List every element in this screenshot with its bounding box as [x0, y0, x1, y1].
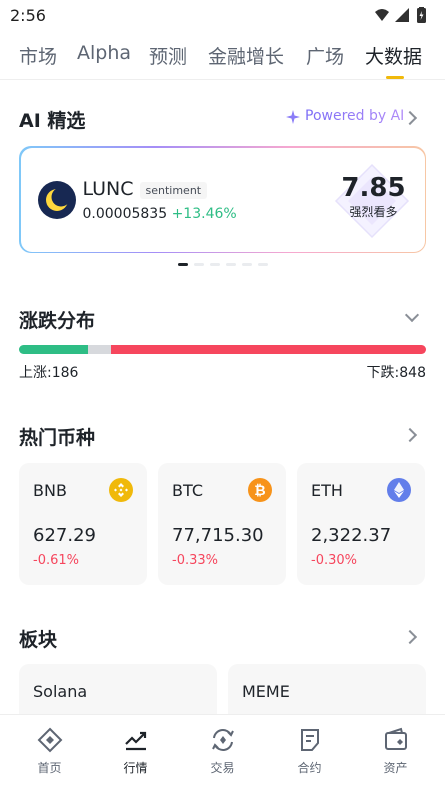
ai-pick-card[interactable]: LUNC sentiment 0.00005835 +13.46% 7.85 强… — [19, 146, 426, 253]
markets-icon — [125, 731, 147, 751]
bnb-icon — [109, 478, 133, 502]
sparkle-icon — [286, 110, 300, 124]
nav-label: 资产 — [383, 761, 408, 775]
powered-by-ai-link[interactable]: Powered by AI — [305, 108, 404, 124]
status-time: 2:56 — [10, 6, 46, 25]
coin-price: 2,322.37 — [311, 525, 392, 546]
up-count-label: 上涨:186 — [19, 362, 78, 382]
coin-change: -0.30% — [311, 553, 357, 568]
tab-square[interactable]: 广场 — [306, 42, 344, 69]
carousel-dot[interactable] — [226, 263, 236, 266]
chevron-down-icon[interactable] — [404, 307, 420, 323]
tab-big-data[interactable]: 大数据 — [365, 42, 422, 69]
top-tabs: 市场 Alpha 预测 金融增长 广场 大数据 — [0, 36, 445, 80]
tab-prediction[interactable]: 预测 — [149, 42, 187, 69]
ai-pick-price: 0.00005835 +13.46% — [83, 206, 237, 222]
distribution-up-segment — [19, 345, 89, 354]
carousel-dot[interactable] — [194, 263, 204, 266]
nav-label: 行情 — [123, 761, 148, 775]
sectors-title: 板块 — [19, 629, 58, 651]
eth-icon — [387, 478, 411, 502]
nav-label: 合约 — [297, 761, 322, 775]
svg-text:₿: ₿ — [254, 483, 265, 499]
chevron-right-icon[interactable] — [402, 427, 418, 443]
down-count-label: 下跌:848 — [367, 362, 426, 382]
ai-pick-change: +13.46% — [171, 205, 237, 222]
nav-futures[interactable]: 合约 — [265, 715, 354, 791]
sector-name: MEME — [242, 682, 290, 701]
active-tab-indicator — [386, 76, 404, 79]
tab-earn[interactable]: 金融增长 — [208, 42, 284, 69]
up-label: 上涨: — [19, 365, 52, 381]
sentiment-label: 强烈看多 — [349, 204, 398, 219]
wallet-icon — [385, 727, 407, 750]
carousel-dot[interactable] — [242, 263, 252, 266]
nav-home[interactable]: 首页 — [5, 715, 94, 791]
nav-assets[interactable]: 资产 — [351, 715, 440, 791]
futures-icon — [301, 729, 319, 751]
wifi-icon — [375, 9, 389, 21]
bottom-nav: 首页 行情 交易 合约 资产 — [0, 714, 445, 791]
chevron-right-icon[interactable] — [402, 110, 418, 126]
sector-name: Solana — [33, 682, 88, 701]
signal-icon — [395, 8, 409, 22]
nav-markets[interactable]: 行情 — [91, 715, 180, 791]
btc-icon: ₿ — [248, 478, 272, 502]
down-count: 848 — [399, 365, 426, 381]
distribution-title: 涨跌分布 — [19, 310, 96, 332]
tab-markets[interactable]: 市场 — [19, 42, 57, 69]
distribution-bar — [19, 345, 426, 354]
distribution-flat-segment — [88, 345, 111, 354]
coin-change: -0.33% — [172, 553, 218, 568]
ai-pick-symbol: LUNC — [82, 177, 134, 200]
carousel-dot[interactable] — [258, 263, 268, 266]
home-icon — [37, 727, 63, 753]
sentiment-score: 7.85 — [341, 172, 406, 203]
trade-icon — [212, 729, 234, 751]
nav-label: 首页 — [37, 761, 62, 775]
coin-change: -0.61% — [33, 553, 79, 568]
carousel-dots — [178, 263, 270, 267]
coin-card-eth[interactable]: ETH 2,322.37 -0.30% — [297, 463, 425, 585]
status-icons — [375, 7, 426, 23]
sentiment-badge: sentiment — [139, 181, 208, 199]
coin-symbol: BTC — [172, 481, 203, 500]
ai-picks-title: AI 精选 — [19, 110, 86, 132]
up-count: 186 — [51, 365, 79, 381]
coin-card-btc[interactable]: BTC ₿ 77,715.30 -0.33% — [158, 463, 286, 585]
nav-trade[interactable]: 交易 — [178, 715, 267, 791]
chevron-right-icon[interactable] — [402, 629, 418, 645]
lunc-logo-icon — [37, 180, 76, 219]
coin-symbol: BNB — [33, 481, 67, 500]
carousel-dot[interactable] — [210, 263, 220, 266]
ai-pick-price-value: 0.00005835 — [82, 205, 168, 222]
nav-label: 交易 — [210, 761, 235, 775]
carousel-dot[interactable] — [178, 263, 188, 266]
hot-coins-title: 热门币种 — [19, 427, 96, 449]
distribution-down-segment — [110, 345, 426, 354]
coin-symbol: ETH — [311, 481, 343, 500]
coin-price: 77,715.30 — [172, 525, 264, 546]
status-bar: 2:56 — [0, 0, 445, 34]
tab-alpha[interactable]: Alpha — [77, 42, 131, 64]
down-label: 下跌: — [366, 365, 400, 381]
coin-price: 627.29 — [33, 525, 96, 546]
coin-card-bnb[interactable]: BNB 627.29 -0.61% — [19, 463, 147, 585]
